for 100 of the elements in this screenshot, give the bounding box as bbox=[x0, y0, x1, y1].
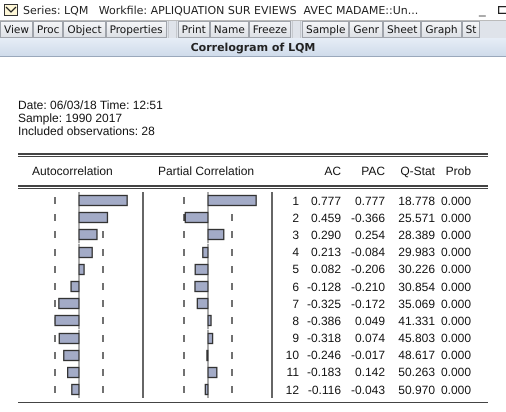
confidence-mark bbox=[231, 214, 233, 222]
column-header: AC bbox=[324, 164, 341, 178]
confidence-mark bbox=[183, 334, 185, 342]
lag-cell-text: 1 bbox=[291, 192, 299, 210]
confidence-mark bbox=[231, 282, 233, 290]
confidence-mark bbox=[231, 248, 233, 256]
pac-cell-text: 0.142 bbox=[354, 364, 385, 382]
prob-cell-text: 0.000 bbox=[440, 330, 471, 347]
ac-cell-text: -0.246 bbox=[306, 347, 341, 364]
maximize-icon[interactable] bbox=[498, 6, 506, 14]
correlation-bar bbox=[196, 298, 209, 310]
correlation-bar bbox=[204, 384, 209, 396]
confidence-mark bbox=[102, 386, 104, 394]
prob-cell-text: 0.000 bbox=[440, 296, 471, 312]
q-stat-cell-text: 30.854 bbox=[397, 278, 435, 296]
confidence-mark bbox=[54, 248, 56, 256]
ac-cell-text: -0.128 bbox=[306, 278, 341, 296]
lag-cell-text: 7 bbox=[291, 296, 299, 312]
confidence-mark bbox=[102, 317, 104, 324]
toolbar-button[interactable]: Print bbox=[178, 21, 210, 38]
confidence-mark bbox=[54, 282, 56, 290]
toolbar-button[interactable]: Genr bbox=[349, 21, 383, 38]
correlation-bar bbox=[78, 194, 128, 206]
correlation-bar bbox=[78, 264, 85, 275]
pac-cell-text: -0.206 bbox=[350, 261, 385, 278]
q-stat-cell-text: 45.803 bbox=[397, 330, 435, 347]
lag-cell-text: 5 bbox=[291, 261, 299, 278]
toolbar-button[interactable]: View bbox=[0, 21, 33, 38]
toolbar-button[interactable]: Properties bbox=[106, 21, 167, 38]
correlation-bar bbox=[78, 246, 93, 258]
correlation-bar bbox=[67, 366, 80, 378]
q-stat-cell-text: 48.617 bbox=[397, 347, 435, 364]
correlation-bar bbox=[207, 194, 257, 206]
series-icon bbox=[4, 4, 18, 16]
pac-cell-text: -0.043 bbox=[350, 382, 385, 398]
confidence-mark bbox=[183, 266, 185, 273]
toolbar-button[interactable]: Sheet bbox=[383, 21, 422, 38]
confidence-mark bbox=[231, 334, 233, 342]
confidence-mark bbox=[102, 248, 104, 256]
confidence-mark bbox=[183, 317, 185, 324]
prob-cell-text: 0.000 bbox=[440, 278, 471, 296]
view-title: Correlogram of LQM bbox=[0, 38, 506, 57]
lag-cell-text: 8 bbox=[291, 312, 299, 330]
confidence-mark bbox=[102, 368, 104, 376]
toolbar-button[interactable]: Freeze bbox=[248, 21, 292, 38]
q-stat-cell-text: 29.983 bbox=[397, 244, 435, 261]
prob-cell-text: 0.000 bbox=[440, 226, 471, 244]
correlation-bar bbox=[78, 229, 98, 241]
toolbar-button[interactable]: Object bbox=[63, 21, 106, 38]
ac-cell-text: 0.777 bbox=[310, 192, 341, 210]
confidence-mark bbox=[231, 368, 233, 376]
ac-cell-text: 0.082 bbox=[310, 261, 341, 278]
lag-cell-text: 12 bbox=[284, 382, 299, 398]
confidence-mark bbox=[102, 282, 104, 290]
confidence-mark bbox=[231, 352, 233, 359]
prob-cell-text: 0.000 bbox=[440, 261, 471, 278]
prob-cell-text: 0.000 bbox=[440, 210, 471, 226]
confidence-mark bbox=[231, 266, 233, 273]
minimize-button[interactable]: _ bbox=[479, 3, 493, 17]
correlation-bar bbox=[206, 350, 209, 361]
column-header: Q-Stat bbox=[400, 164, 435, 178]
window-title: Series: LQM Workfile: APLIQUATION SUR EVIEWS AVEC MADAME::Un... bbox=[23, 4, 420, 16]
correlation-bar bbox=[207, 332, 214, 344]
correlation-bar bbox=[207, 366, 218, 378]
confidence-mark bbox=[231, 300, 233, 308]
toolbar-button[interactable]: St bbox=[462, 21, 480, 38]
correlation-bar bbox=[70, 280, 80, 292]
prob-cell-text: 0.000 bbox=[440, 312, 471, 330]
confidence-mark bbox=[183, 352, 185, 359]
correlation-bar bbox=[63, 350, 80, 361]
column-header: Partial Correlation bbox=[158, 164, 254, 178]
lag-cell-text: 2 bbox=[291, 210, 299, 226]
pac-cell-text: 0.254 bbox=[354, 226, 385, 244]
toolbar-button[interactable]: Graph bbox=[421, 21, 462, 38]
correlation-bar bbox=[202, 246, 209, 258]
toolbar-button[interactable]: Sample bbox=[302, 21, 350, 38]
ac-cell-text: -0.325 bbox=[306, 296, 341, 312]
q-stat-cell-text: 25.571 bbox=[397, 210, 435, 226]
lag-cell-text: 6 bbox=[291, 278, 299, 296]
confidence-mark bbox=[54, 266, 56, 273]
confidence-mark bbox=[231, 231, 233, 238]
prob-cell-text: 0.000 bbox=[440, 192, 471, 210]
q-stat-cell-text: 18.778 bbox=[397, 192, 435, 210]
q-stat-cell-text: 41.331 bbox=[397, 312, 435, 330]
pac-cell-text: 0.777 bbox=[354, 192, 385, 210]
toolbar-button[interactable]: Proc bbox=[32, 21, 64, 38]
confidence-mark bbox=[54, 368, 56, 376]
confidence-mark bbox=[183, 368, 185, 376]
ac-cell-text: -0.318 bbox=[306, 330, 341, 347]
prob-cell-text: 0.000 bbox=[440, 347, 471, 364]
correlation-bar bbox=[184, 212, 209, 224]
report-info: Sample: 1990 2017 bbox=[18, 112, 124, 125]
confidence-mark bbox=[102, 300, 104, 308]
correlation-bar bbox=[194, 264, 209, 275]
lag-cell-text: 11 bbox=[286, 364, 299, 382]
ac-cell-text: 0.213 bbox=[310, 244, 341, 261]
toolbar-button[interactable]: Name bbox=[210, 21, 249, 38]
confidence-mark bbox=[102, 334, 104, 342]
q-stat-cell-text: 35.069 bbox=[397, 296, 435, 312]
pac-cell-text: 0.074 bbox=[354, 330, 385, 347]
